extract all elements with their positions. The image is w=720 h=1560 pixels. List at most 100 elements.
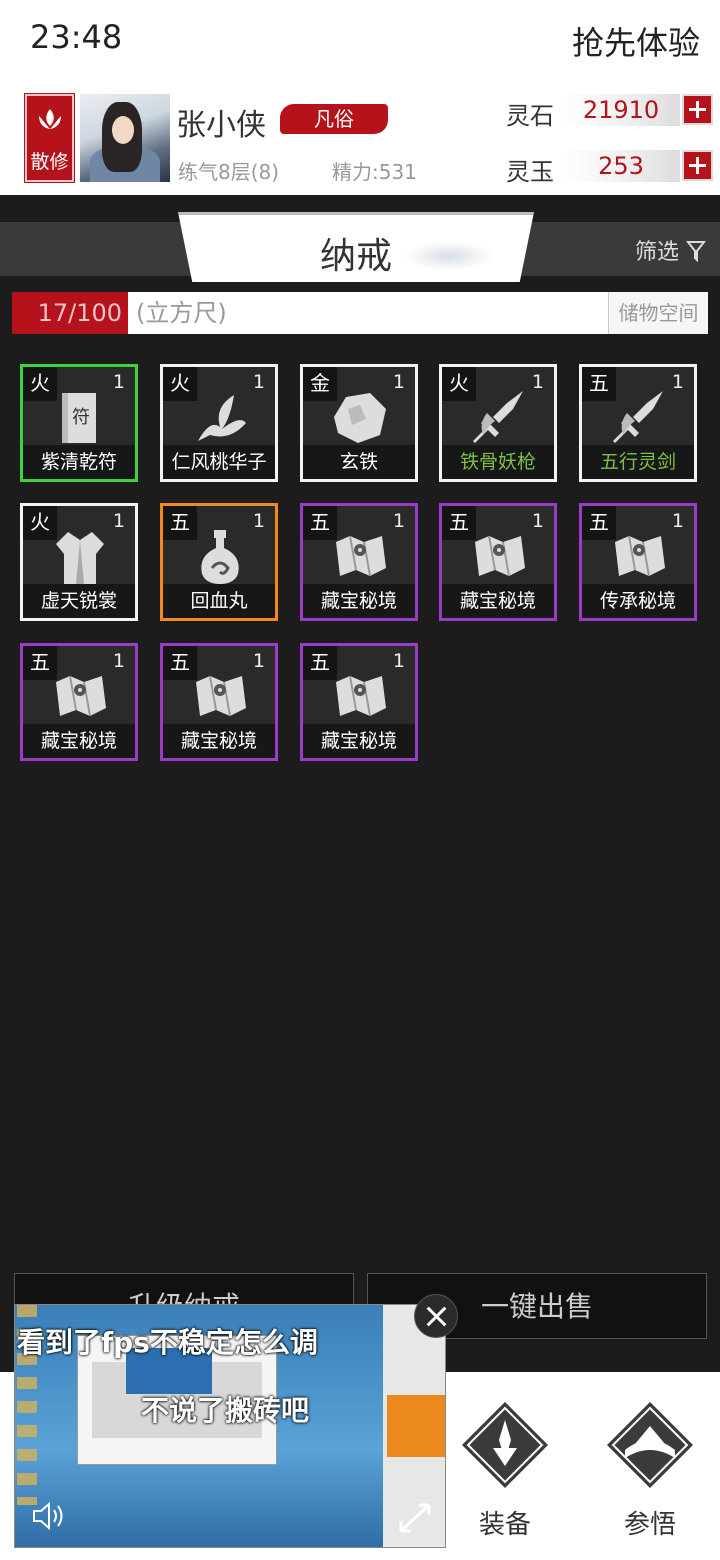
- spirit-stone-value: 21910: [562, 94, 680, 126]
- weapon-icon: [609, 389, 669, 447]
- nav-equipment[interactable]: 装备: [450, 1400, 560, 1550]
- item-quantity: 1: [252, 650, 265, 672]
- item-element-tag: 五: [303, 506, 337, 540]
- early-access-link[interactable]: 抢先体验: [572, 18, 700, 64]
- video-caption-mid: 不说了搬砖吧: [141, 1394, 310, 1427]
- item-name: 藏宝秘境: [442, 584, 554, 618]
- potion-icon: [190, 528, 250, 586]
- add-spirit-jade-button[interactable]: [682, 150, 713, 181]
- weapon-icon: [469, 389, 529, 447]
- filter-label: 筛选: [634, 240, 679, 265]
- item-quantity: 1: [252, 510, 265, 532]
- status-bar: 23:48 抢先体验: [0, 0, 720, 82]
- item-name: 藏宝秘境: [303, 724, 415, 758]
- speaker-icon[interactable]: [31, 1501, 67, 1531]
- add-spirit-stone-button[interactable]: [682, 94, 713, 125]
- inventory-item[interactable]: 火 1 仁风桃华子: [160, 364, 278, 482]
- item-element-tag: 五: [163, 506, 197, 540]
- item-element-tag: 金: [303, 367, 337, 401]
- item-quantity: 1: [252, 371, 265, 393]
- map-scroll-icon: [469, 528, 529, 586]
- player-header: 散修 张小侠 凡俗 练气8层(8) 精力:531 灵石 21910 灵玉 253: [0, 82, 720, 195]
- item-name: 铁骨妖枪: [442, 445, 554, 479]
- tab-storage-ring[interactable]: 纳戒: [178, 212, 534, 282]
- capacity-unit: (立方尺): [136, 299, 227, 327]
- item-element-tag: 火: [23, 367, 57, 401]
- video-caption-top: 看到了fps不稳定怎么调: [17, 1326, 318, 1359]
- spirit-stone-label: 灵石: [506, 102, 554, 130]
- inventory-item[interactable]: 五 1 藏宝秘境: [439, 503, 557, 621]
- inventory-item[interactable]: 五 1 藏宝秘境: [160, 643, 278, 761]
- item-name: 玄铁: [303, 445, 415, 479]
- inventory-item[interactable]: 符火 1 紫清乾符: [20, 364, 138, 482]
- item-element-tag: 五: [303, 646, 337, 680]
- robe-icon: [50, 528, 110, 586]
- item-name: 回血丸: [163, 584, 275, 618]
- inventory-item[interactable]: 五 1 藏宝秘境: [20, 643, 138, 761]
- item-element-tag: 五: [163, 646, 197, 680]
- expand-icon[interactable]: [397, 1501, 433, 1535]
- map-scroll-icon: [190, 668, 250, 726]
- item-name: 紫清乾符: [23, 445, 135, 479]
- item-name: 藏宝秘境: [23, 724, 135, 758]
- close-video-button[interactable]: [414, 1294, 458, 1338]
- inventory-item[interactable]: 五 1 藏宝秘境: [300, 503, 418, 621]
- inventory-item[interactable]: 火 1 铁骨妖枪: [439, 364, 557, 482]
- map-scroll-icon: [330, 668, 390, 726]
- item-name: 藏宝秘境: [163, 724, 275, 758]
- spirit-jade-label: 灵玉: [506, 158, 554, 186]
- inventory-item[interactable]: 金 1 玄铁: [300, 364, 418, 482]
- item-quantity: 1: [671, 510, 684, 532]
- player-name: 张小侠: [176, 108, 266, 143]
- leaf-icon: [190, 389, 250, 447]
- item-element-tag: 五: [582, 367, 616, 401]
- item-element-tag: 五: [23, 646, 57, 680]
- energy-value: 精力:531: [332, 160, 417, 184]
- sect-label: 散修: [30, 151, 69, 173]
- item-quantity: 1: [392, 371, 405, 393]
- spirit-jade-value: 253: [562, 150, 680, 182]
- map-scroll-icon: [50, 668, 110, 726]
- avatar[interactable]: [80, 94, 170, 182]
- lotus-icon: [39, 109, 61, 129]
- sect-badge[interactable]: 散修: [24, 93, 75, 183]
- comprehend-icon: [607, 1402, 693, 1488]
- item-element-tag: 火: [163, 367, 197, 401]
- item-name: 五行灵剑: [582, 445, 694, 479]
- svg-text:符: 符: [72, 407, 90, 428]
- item-name: 虚天锐裳: [23, 584, 135, 618]
- filter-button[interactable]: 筛选: [634, 234, 707, 266]
- inventory-item[interactable]: 五 1 传承秘境: [579, 503, 697, 621]
- nav-comprehend[interactable]: 参悟: [595, 1400, 705, 1550]
- storage-space-button[interactable]: 储物空间: [608, 292, 708, 334]
- item-element-tag: 火: [442, 367, 476, 401]
- item-name: 仁风桃华子: [163, 445, 275, 479]
- equipment-icon: [462, 1402, 548, 1488]
- item-quantity: 1: [392, 650, 405, 672]
- map-scroll-icon: [609, 528, 669, 586]
- item-element-tag: 五: [442, 506, 476, 540]
- inventory-item[interactable]: 五 1 五行灵剑: [579, 364, 697, 482]
- talisman-icon: 符: [50, 389, 110, 447]
- capacity-bar: 17/100 (立方尺) 储物空间: [12, 292, 708, 334]
- item-quantity: 1: [112, 510, 125, 532]
- item-quantity: 1: [112, 371, 125, 393]
- tab-title: 纳戒: [319, 236, 392, 277]
- floating-video-player[interactable]: 看到了fps不稳定怎么调 不说了搬砖吧: [14, 1304, 446, 1548]
- inventory-item[interactable]: 五 1 回血丸: [160, 503, 278, 621]
- rank-badge: 凡俗: [280, 104, 388, 134]
- item-quantity: 1: [671, 371, 684, 393]
- inventory-item[interactable]: 五 1 藏宝秘境: [300, 643, 418, 761]
- capacity-used: 17/100: [12, 292, 128, 334]
- item-name: 传承秘境: [582, 584, 694, 618]
- ore-icon: [330, 389, 390, 447]
- map-scroll-icon: [330, 528, 390, 586]
- item-name: 藏宝秘境: [303, 584, 415, 618]
- item-quantity: 1: [531, 510, 544, 532]
- nav-comprehend-label: 参悟: [623, 1510, 676, 1540]
- item-quantity: 1: [112, 650, 125, 672]
- item-element-tag: 五: [582, 506, 616, 540]
- item-quantity: 1: [531, 371, 544, 393]
- filter-icon: [685, 241, 707, 263]
- inventory-item[interactable]: 火 1 虚天锐裳: [20, 503, 138, 621]
